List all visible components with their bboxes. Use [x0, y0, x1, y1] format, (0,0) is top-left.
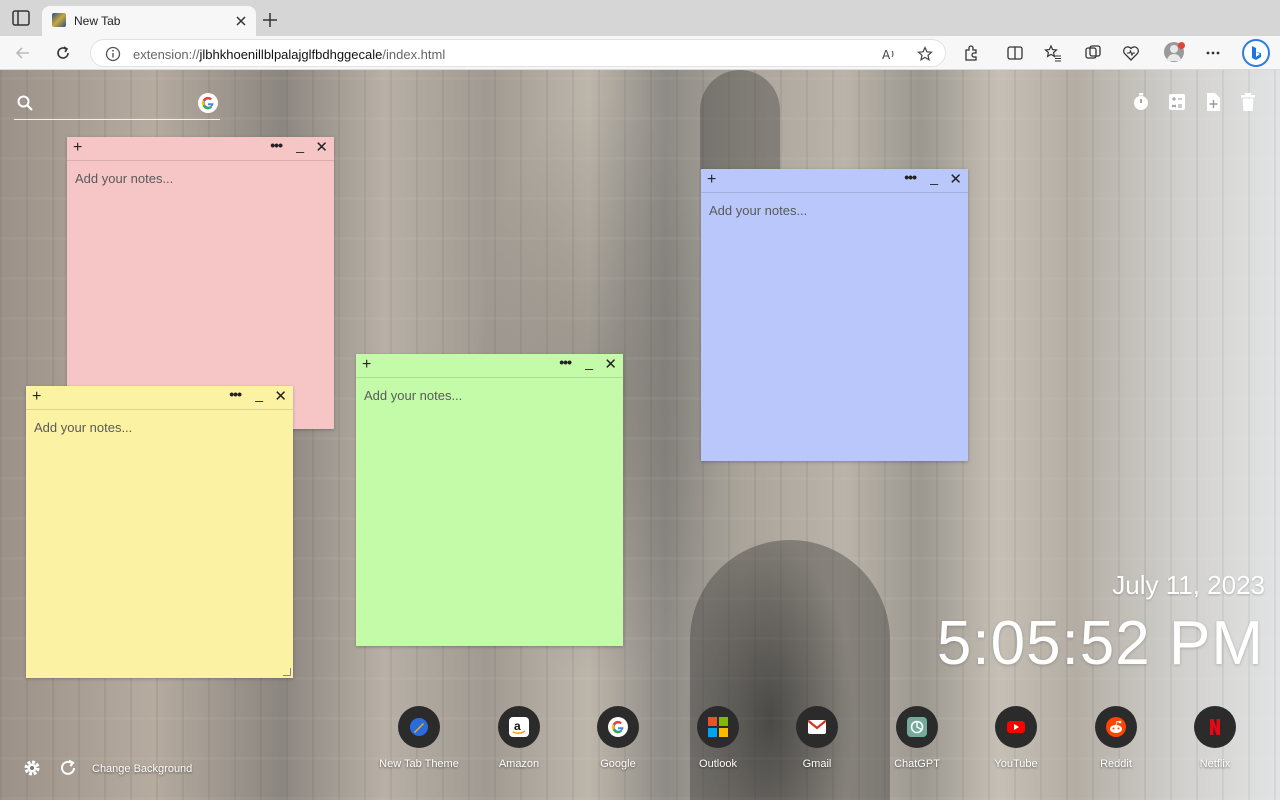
note-textarea[interactable]: Add your notes... [364, 388, 462, 403]
add-note-button[interactable]: + [362, 356, 371, 374]
sticky-note-green[interactable]: + ••• _ ✕ Add your notes... [356, 354, 623, 646]
note-close-button[interactable]: ✕ [274, 389, 287, 405]
tab-title: New Tab [74, 14, 121, 28]
copilot-icon[interactable] [1242, 39, 1270, 67]
note-minimize-button[interactable]: _ [255, 386, 263, 402]
refresh-background-icon[interactable] [58, 758, 78, 778]
gear-icon[interactable] [22, 758, 42, 778]
reload-icon[interactable] [54, 44, 72, 62]
site-info-icon[interactable] [105, 46, 121, 62]
note-toolbar: + ••• _ ✕ [701, 169, 968, 193]
svg-text:a: a [514, 719, 521, 733]
add-note-button[interactable]: + [32, 388, 41, 406]
tab-new-tab[interactable]: New Tab [42, 6, 256, 36]
shortcut-label: Amazon [498, 758, 540, 770]
background-window [700, 70, 780, 170]
tab-favicon-icon [52, 13, 66, 27]
shortcut-label: New Tab Theme [379, 758, 459, 770]
browser-essentials-icon[interactable] [1122, 44, 1140, 62]
sticky-note-yellow[interactable]: + ••• _ ✕ Add your notes... [26, 386, 293, 678]
add-note-icon[interactable] [1203, 92, 1223, 112]
youtube-icon [995, 706, 1037, 748]
add-note-button[interactable]: + [707, 171, 716, 189]
note-resize-handle[interactable] [283, 668, 291, 676]
address-bar[interactable]: extension://jlbhkhoenillblpalajglfbdhgge… [90, 39, 946, 67]
profile-avatar[interactable] [1164, 42, 1185, 62]
note-minimize-button[interactable]: _ [585, 354, 593, 370]
shortcut-youtube[interactable]: YouTube [966, 706, 1066, 776]
clock-time: 5:05:52 PM [936, 609, 1264, 678]
google-icon [597, 706, 639, 748]
netflix-icon [1194, 706, 1236, 748]
note-textarea[interactable]: Add your notes... [34, 420, 132, 435]
note-close-button[interactable]: ✕ [604, 357, 617, 373]
microsoft-icon [697, 706, 739, 748]
new-tab-page: + ••• _ ✕ Add your notes... + ••• _ ✕ Ad… [0, 70, 1280, 800]
new-tab-theme-icon [398, 706, 440, 748]
sidebar-toggle-icon[interactable] [12, 10, 30, 26]
timer-icon[interactable] [1131, 92, 1151, 112]
shortcut-outlook[interactable]: Outlook [668, 706, 768, 776]
more-menu-icon[interactable] [1204, 44, 1222, 62]
favorites-icon[interactable] [1044, 44, 1062, 62]
search-icon[interactable] [16, 94, 34, 112]
shortcut-label: Netflix [1199, 758, 1231, 770]
note-more-button[interactable]: ••• [904, 169, 917, 185]
note-toolbar: + ••• _ ✕ [356, 354, 623, 378]
shortcut-label: Reddit [1100, 758, 1132, 770]
note-close-button[interactable]: ✕ [949, 172, 962, 188]
trash-icon[interactable] [1238, 92, 1258, 112]
shortcut-label: Gmail [802, 758, 832, 770]
reddit-icon [1095, 706, 1137, 748]
shortcut-google[interactable]: Google [568, 706, 668, 776]
shortcut-label: Google [600, 758, 636, 770]
shortcut-label: ChatGPT [894, 758, 940, 770]
add-note-button[interactable]: + [73, 139, 82, 157]
note-more-button[interactable]: ••• [229, 386, 242, 402]
note-close-button[interactable]: ✕ [315, 140, 328, 156]
read-aloud-icon[interactable]: A [881, 46, 897, 62]
shortcut-label: YouTube [994, 758, 1038, 770]
note-textarea[interactable]: Add your notes... [75, 171, 173, 186]
note-textarea[interactable]: Add your notes... [709, 203, 807, 218]
shortcut-netflix[interactable]: Netflix [1165, 706, 1265, 776]
tab-strip: New Tab [0, 0, 1280, 36]
browser-toolbar: extension://jlbhkhoenillblpalajglfbdhgge… [0, 36, 1280, 70]
sticky-note-blue[interactable]: + ••• _ ✕ Add your notes... [701, 169, 968, 461]
back-icon[interactable] [14, 44, 32, 62]
gmail-icon [796, 706, 838, 748]
note-minimize-button[interactable]: _ [296, 137, 304, 153]
shortcut-label: Outlook [699, 758, 737, 770]
change-background-link[interactable]: Change Background [92, 763, 192, 775]
google-icon[interactable] [198, 93, 218, 113]
note-minimize-button[interactable]: _ [930, 169, 938, 185]
shortcut-new-tab-theme[interactable]: New Tab Theme [369, 706, 469, 776]
tab-close-icon[interactable] [234, 14, 248, 28]
note-toolbar: + ••• _ ✕ [26, 386, 293, 410]
amazon-icon: a [498, 706, 540, 748]
collections-icon[interactable] [1084, 44, 1102, 62]
shortcut-chatgpt[interactable]: ChatGPT [867, 706, 967, 776]
clock-date: July 11, 2023 [1112, 570, 1265, 600]
chatgpt-icon [896, 706, 938, 748]
shortcut-gmail[interactable]: Gmail [767, 706, 867, 776]
note-toolbar: + ••• _ ✕ [67, 137, 334, 161]
search-bar[interactable] [14, 92, 220, 120]
svg-text:A: A [882, 48, 891, 62]
note-more-button[interactable]: ••• [270, 137, 283, 153]
extensions-icon[interactable] [962, 44, 980, 62]
new-tab-button[interactable] [262, 12, 278, 28]
calculator-icon[interactable] [1167, 92, 1187, 112]
shortcut-amazon[interactable]: a Amazon [469, 706, 569, 776]
shortcut-reddit[interactable]: Reddit [1066, 706, 1166, 776]
url-text: extension://jlbhkhoenillblpalajglfbdhgge… [133, 47, 446, 62]
favorite-star-icon[interactable] [917, 46, 933, 62]
note-more-button[interactable]: ••• [559, 354, 572, 370]
split-screen-icon[interactable] [1006, 44, 1024, 62]
